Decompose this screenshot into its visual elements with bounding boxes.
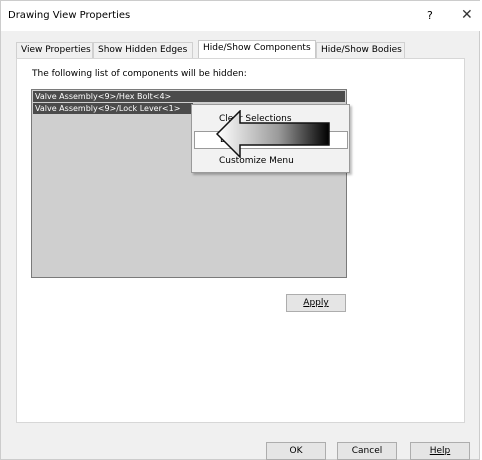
help-button[interactable]: Help [410, 442, 470, 460]
cancel-button[interactable]: Cancel [337, 442, 397, 460]
tab-hide-show-components[interactable]: Hide/Show Components [198, 40, 316, 58]
title-bar: Drawing View Properties ? ✕ [1, 1, 481, 31]
ok-button[interactable]: OK [266, 442, 326, 460]
tab-show-hidden-edges[interactable]: Show Hidden Edges [93, 42, 193, 58]
left-arrow-icon [216, 110, 330, 158]
tab-hide-show-bodies[interactable]: Hide/Show Bodies [316, 42, 405, 58]
list-item[interactable]: Valve Assembly<9>/Hex Bolt<4> [33, 91, 345, 102]
tab-view-properties[interactable]: View Properties [16, 42, 93, 58]
help-button-label: Help [429, 446, 451, 456]
intro-text: The following list of components will be… [32, 69, 247, 79]
help-question-icon[interactable]: ? [427, 9, 433, 22]
dialog-title: Drawing View Properties [8, 10, 131, 21]
apply-button[interactable]: Apply [286, 294, 346, 312]
close-icon[interactable]: ✕ [461, 7, 473, 23]
list-item[interactable]: Valve Assembly<9>/Lock Lever<1> [33, 103, 193, 114]
apply-button-label: Apply [303, 298, 329, 308]
